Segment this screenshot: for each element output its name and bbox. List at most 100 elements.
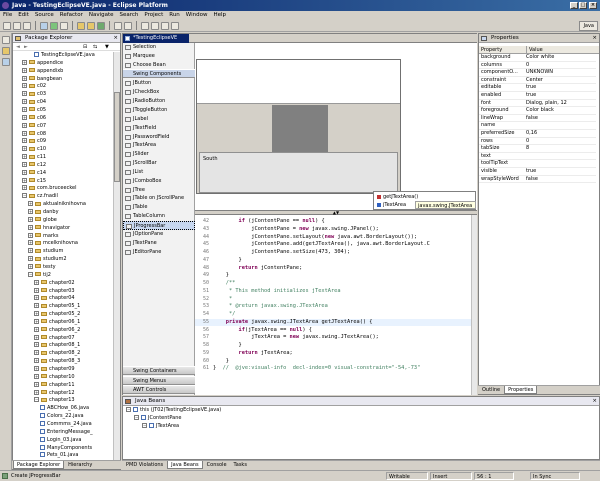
tree-item[interactable]: + bangbean (13, 75, 62, 84)
expand-icon[interactable]: + (28, 263, 33, 269)
expand-icon[interactable]: + (22, 91, 27, 97)
source-editor[interactable]: 42 if (jContentPane == null) {43 jConten… (195, 215, 471, 395)
palette-category-swing-components[interactable]: Swing Components (123, 69, 195, 79)
palette-item-jcheckbox[interactable]: JCheckBox (123, 88, 195, 97)
tree-item[interactable]: + chapter05_2 (13, 311, 80, 319)
expand-icon[interactable]: − (126, 407, 131, 412)
annotation-prev-icon[interactable] (141, 21, 149, 30)
collapse-icon[interactable]: − (34, 397, 39, 403)
expand-icon[interactable]: + (34, 303, 39, 309)
expand-icon[interactable]: + (34, 389, 39, 395)
tree-item[interactable]: + danby (13, 209, 59, 217)
expand-icon[interactable]: + (28, 240, 33, 246)
menu-search[interactable]: Search (120, 11, 139, 20)
tree-item[interactable]: + chapter08_2 (13, 350, 80, 358)
tab-package-explorer[interactable]: Package Explorer (13, 461, 65, 469)
external-tools-icon[interactable] (60, 21, 68, 30)
expand-icon[interactable]: + (22, 83, 27, 89)
expand-icon[interactable]: + (22, 138, 27, 144)
menu-window[interactable]: Window (186, 11, 208, 20)
property-row[interactable]: tabSize 8 (479, 145, 596, 153)
property-row[interactable]: enabled true (479, 92, 596, 100)
palette-item-jscrollbar[interactable]: JScrollBar (123, 159, 195, 168)
menu-source[interactable]: Source (35, 11, 54, 20)
debug-icon[interactable] (40, 21, 48, 30)
back-icon[interactable]: ◄ (16, 44, 20, 50)
tab-tasks[interactable]: Tasks (230, 461, 250, 469)
new-package-icon[interactable] (87, 21, 95, 30)
tree-item[interactable]: ABCHow_06.java (13, 405, 89, 413)
expand-icon[interactable]: + (28, 232, 33, 238)
tree-item[interactable]: ManyComponents (13, 444, 92, 453)
south-region[interactable]: South (199, 152, 398, 193)
tree-item[interactable]: + c08 (13, 130, 46, 139)
save-icon[interactable] (13, 21, 21, 30)
property-column[interactable]: Property (481, 46, 502, 54)
new-java-project-icon[interactable] (77, 21, 85, 30)
collapse-icon[interactable]: − (28, 271, 33, 277)
expand-icon[interactable]: + (34, 350, 39, 356)
palette-item-jlabel[interactable]: JLabel (123, 115, 195, 124)
expand-icon[interactable]: + (22, 67, 27, 73)
tree-item[interactable]: − cz.fnadil (13, 193, 58, 201)
open-type-icon[interactable] (114, 21, 122, 30)
collapse-icon[interactable]: − (22, 193, 27, 199)
expand-icon[interactable]: + (22, 185, 27, 191)
tree-item[interactable]: + c15 (13, 177, 46, 186)
tree-item[interactable]: + c03 (13, 91, 46, 99)
tree-item[interactable]: + marks (13, 232, 59, 241)
menu-navigate[interactable]: Navigate (89, 11, 114, 20)
palette-item-jradiobutton[interactable]: JRadioButton (123, 97, 195, 106)
tree-item[interactable]: + chapter09 (13, 366, 75, 374)
tree-item[interactable]: + aktualniknihovna (13, 201, 86, 209)
expand-icon[interactable]: + (22, 106, 27, 112)
expand-icon[interactable]: + (28, 248, 33, 254)
tree-item[interactable]: + testy (13, 263, 56, 272)
tree-item[interactable]: + mcelknihovna (13, 240, 78, 248)
expand-icon[interactable]: − (142, 423, 147, 428)
expand-icon[interactable]: + (34, 381, 39, 387)
expand-icon[interactable]: + (22, 161, 27, 167)
minimize-button[interactable]: _ (570, 2, 578, 9)
annotation-next-icon[interactable] (151, 21, 159, 30)
expand-icon[interactable]: + (22, 130, 27, 136)
new-icon[interactable] (3, 21, 11, 30)
tree-item[interactable]: + c06 (13, 114, 46, 123)
palette-category-swing-containers[interactable]: Swing Containers (123, 366, 195, 375)
back-icon[interactable] (161, 21, 169, 30)
palette-item-jtable[interactable]: JTable (123, 203, 195, 212)
tree-item[interactable]: + c07 (13, 122, 46, 131)
expand-icon[interactable]: + (22, 177, 27, 183)
tree-item[interactable]: + c09 (13, 138, 46, 146)
menu-file[interactable]: File (3, 11, 12, 20)
tree-item[interactable]: − chapter13 (13, 397, 75, 405)
palette-category-swing-menus[interactable]: Swing Menus (123, 375, 195, 385)
tab-hierarchy[interactable]: Hierarchy (65, 461, 96, 469)
palette-item-jprogressbar[interactable]: JProgressBar (123, 221, 195, 230)
menu-refactor[interactable]: Refactor (60, 11, 83, 20)
close-view-icon[interactable]: × (592, 34, 597, 42)
close-view-icon[interactable]: × (113, 34, 118, 42)
tree-item[interactable]: + c04 (13, 99, 46, 107)
tree-item[interactable]: + hnavigator (13, 224, 70, 233)
palette-item-jpasswordfield[interactable]: JPasswordField (123, 133, 195, 142)
expand-icon[interactable]: + (28, 201, 33, 207)
expand-icon[interactable]: + (22, 154, 27, 160)
palette-category-awt-controls[interactable]: AWT Controls (123, 385, 195, 395)
expand-icon[interactable]: + (34, 366, 39, 371)
expand-icon[interactable]: + (34, 358, 39, 364)
tree-item[interactable]: + chapter05_1 (13, 303, 80, 311)
debug-perspective-icon[interactable] (2, 58, 10, 66)
tree-item[interactable]: + com.bruceeckel (13, 185, 77, 193)
package-explorer-scrollbar[interactable] (113, 52, 120, 461)
tree-item[interactable]: + c10 (13, 146, 46, 154)
popup-item-getter[interactable]: getJTextArea() (375, 193, 418, 201)
tab-console[interactable]: Console (203, 461, 230, 469)
expand-icon[interactable]: + (22, 99, 27, 105)
tree-item[interactable]: + chapter08_1 (13, 342, 80, 350)
expand-icon[interactable]: + (28, 216, 33, 222)
expand-icon[interactable]: + (28, 209, 33, 214)
tree-item[interactable]: Login_03.java (13, 436, 81, 445)
forward-icon[interactable] (171, 21, 179, 30)
tree-item[interactable]: + chapter10 (13, 373, 75, 382)
